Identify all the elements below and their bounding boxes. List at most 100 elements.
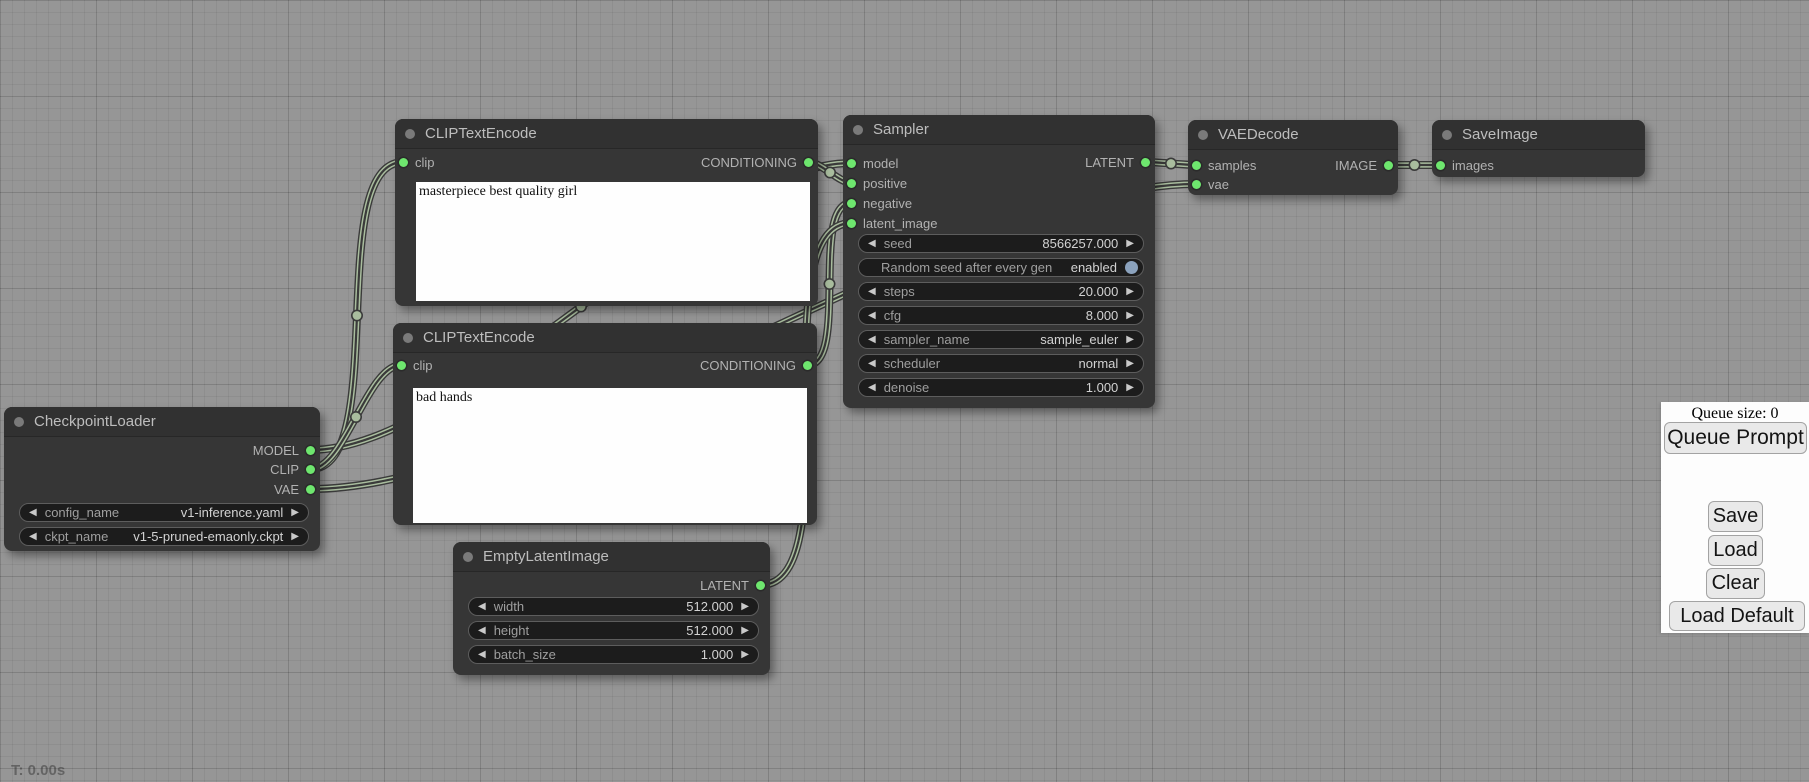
node-graph-canvas[interactable]: CheckpointLoaderMODELCLIPVAE◀config_name… [0,0,1809,782]
slot-dot-icon[interactable] [1436,161,1445,170]
node-title-bar[interactable]: CheckpointLoader [4,407,320,437]
widget-batch-size[interactable]: ◀batch_size1.000▶ [468,645,759,664]
increment-arrow-icon[interactable]: ▶ [1126,239,1134,249]
slot-label: clip [415,155,435,170]
decrement-arrow-icon[interactable]: ◀ [868,335,876,345]
widget-seed[interactable]: ◀seed8566257.000▶ [858,234,1144,253]
toggle-circle-icon[interactable] [1125,261,1138,274]
prompt-textarea[interactable] [413,388,807,523]
load-default-button[interactable]: Load Default [1669,601,1805,631]
widget-denoise[interactable]: ◀denoise1.000▶ [858,378,1144,397]
node-title-bar[interactable]: VAEDecode [1188,120,1398,150]
slot-dot-icon[interactable] [306,446,315,455]
node-title-bar[interactable]: CLIPTextEncode [395,119,818,149]
slot-dot-icon[interactable] [306,465,315,474]
decrement-arrow-icon[interactable]: ◀ [868,287,876,297]
increment-arrow-icon[interactable]: ▶ [741,626,749,636]
node-save-image[interactable]: SaveImageimages [1432,120,1645,177]
increment-arrow-icon[interactable]: ▶ [291,508,299,518]
decrement-arrow-icon[interactable]: ◀ [868,311,876,321]
increment-arrow-icon[interactable]: ▶ [1126,383,1134,393]
increment-arrow-icon[interactable]: ▶ [741,650,749,660]
node-title-bar[interactable]: Sampler [843,115,1155,145]
node-collapse-dot-icon[interactable] [14,417,24,427]
node-collapse-dot-icon[interactable] [405,129,415,139]
slot-dot-icon[interactable] [399,158,408,167]
clear-button[interactable]: Clear [1706,568,1765,599]
node-collapse-dot-icon[interactable] [853,125,863,135]
widget-random-seed-after-every-gen[interactable]: Random seed after every genenabled [858,258,1144,277]
slot-dot-icon[interactable] [847,159,856,168]
slot-dot-icon[interactable] [847,219,856,228]
widget-steps[interactable]: ◀steps20.000▶ [858,282,1144,301]
node-sampler[interactable]: Samplermodelpositivenegativelatent_image… [843,115,1155,408]
input-slot-vae: vae [1192,175,1229,193]
slot-dot-icon[interactable] [397,361,406,370]
widget-config-name[interactable]: ◀config_namev1-inference.yaml▶ [19,503,309,522]
widget-width[interactable]: ◀width512.000▶ [468,597,759,616]
save-button[interactable]: Save [1708,501,1763,532]
increment-arrow-icon[interactable]: ▶ [741,602,749,612]
node-checkpoint-loader[interactable]: CheckpointLoaderMODELCLIPVAE◀config_name… [4,407,320,551]
node-title-bar[interactable]: SaveImage [1432,120,1645,150]
node-title: VAEDecode [1218,126,1299,143]
slot-dot-icon[interactable] [804,158,813,167]
increment-arrow-icon[interactable]: ▶ [1126,311,1134,321]
widget-label: height [494,623,529,638]
node-empty-latent-image[interactable]: EmptyLatentImageLATENT◀width512.000▶◀hei… [453,542,770,675]
node-vae-decode[interactable]: VAEDecodesamplesvaeIMAGE [1188,120,1398,195]
slot-dot-icon[interactable] [847,179,856,188]
input-slot-model: model [847,154,898,172]
increment-arrow-icon[interactable]: ▶ [1126,335,1134,345]
node-title: CLIPTextEncode [425,125,537,142]
decrement-arrow-icon[interactable]: ◀ [868,383,876,393]
widget-scheduler[interactable]: ◀schedulernormal▶ [858,354,1144,373]
input-slot-clip: clip [399,153,435,171]
widget-value: 1.000 [701,647,734,662]
queue-prompt-button[interactable]: Queue Prompt [1664,422,1807,454]
input-slot-clip: clip [397,356,433,374]
load-button[interactable]: Load [1708,535,1763,566]
widget-ckpt-name[interactable]: ◀ckpt_namev1-5-pruned-emaonly.ckpt▶ [19,527,309,546]
prompt-textarea[interactable] [416,182,810,301]
node-title-bar[interactable]: CLIPTextEncode [393,323,817,353]
slot-label: IMAGE [1335,158,1377,173]
decrement-arrow-icon[interactable]: ◀ [29,532,37,542]
slot-dot-icon[interactable] [1192,180,1201,189]
slot-label: MODEL [253,443,299,458]
output-slot-IMAGE: IMAGE [1335,156,1393,174]
decrement-arrow-icon[interactable]: ◀ [478,626,486,636]
increment-arrow-icon[interactable]: ▶ [291,532,299,542]
node-collapse-dot-icon[interactable] [463,552,473,562]
widget-value: 8566257.000 [1042,236,1118,251]
node-clip-text-encode-positive[interactable]: CLIPTextEncode clip CONDITIONING [395,119,818,306]
decrement-arrow-icon[interactable]: ◀ [478,602,486,612]
slot-label: CONDITIONING [701,155,797,170]
increment-arrow-icon[interactable]: ▶ [1126,287,1134,297]
increment-arrow-icon[interactable]: ▶ [1126,359,1134,369]
slot-dot-icon[interactable] [1384,161,1393,170]
slot-dot-icon[interactable] [1192,161,1201,170]
slot-dot-icon[interactable] [803,361,812,370]
node-collapse-dot-icon[interactable] [1198,130,1208,140]
widget-value: 512.000 [686,623,733,638]
widget-cfg[interactable]: ◀cfg8.000▶ [858,306,1144,325]
node-collapse-dot-icon[interactable] [1442,130,1452,140]
node-collapse-dot-icon[interactable] [403,333,413,343]
output-slot-MODEL: MODEL [253,441,315,459]
node-clip-text-encode-negative[interactable]: CLIPTextEncodeclipCONDITIONING [393,323,817,525]
widget-label: denoise [884,380,930,395]
slot-dot-icon[interactable] [756,581,765,590]
widget-height[interactable]: ◀ height 512.000 ▶ [468,621,759,640]
node-title-bar[interactable]: EmptyLatentImage [453,542,770,572]
widget-label: ckpt_name [45,529,109,544]
slot-dot-icon[interactable] [847,199,856,208]
widget-value: normal [1079,356,1119,371]
decrement-arrow-icon[interactable]: ◀ [868,359,876,369]
decrement-arrow-icon[interactable]: ◀ [29,508,37,518]
decrement-arrow-icon[interactable]: ◀ [478,650,486,660]
slot-dot-icon[interactable] [306,485,315,494]
widget-sampler-name[interactable]: ◀sampler_namesample_euler▶ [858,330,1144,349]
slot-dot-icon[interactable] [1141,158,1150,167]
decrement-arrow-icon[interactable]: ◀ [868,239,876,249]
